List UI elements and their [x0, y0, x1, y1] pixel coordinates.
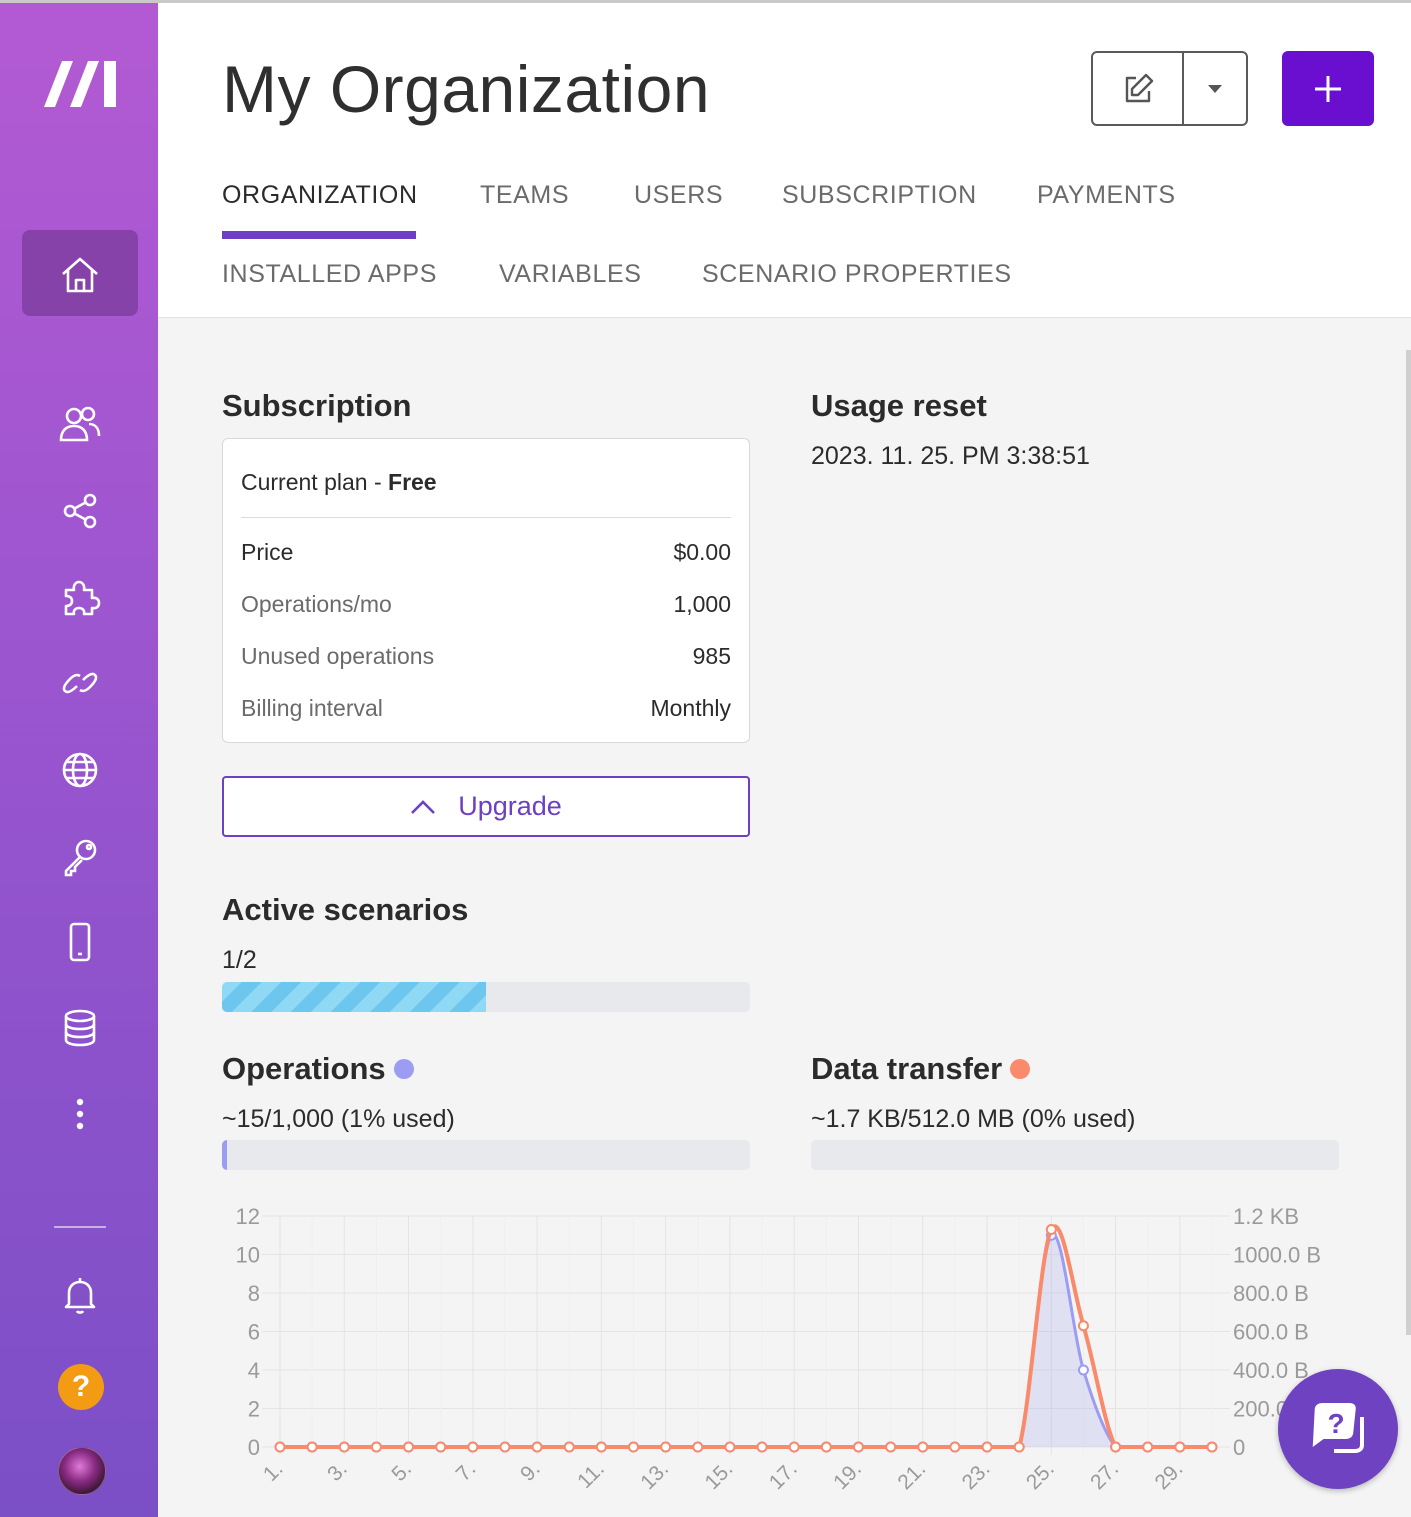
active-tab-indicator	[222, 231, 416, 239]
edit-button-group	[1091, 51, 1248, 126]
current-plan-row: Current plan - Free	[241, 469, 731, 496]
help-chat-icon: ?	[1312, 1403, 1364, 1453]
unused-operations-row: Unused operations 985	[241, 643, 731, 670]
globe-icon[interactable]	[56, 746, 104, 794]
help-chat-button[interactable]: ?	[1278, 1369, 1398, 1489]
active-scenarios-bar-fill	[222, 982, 486, 1012]
active-scenarios-bar	[222, 982, 750, 1012]
key-icon[interactable]	[56, 832, 104, 880]
price-label: Price	[241, 539, 294, 565]
subscription-title: Subscription	[222, 388, 412, 423]
tab-users[interactable]: USERS	[634, 181, 723, 210]
operations-mo-row: Operations/mo 1,000	[241, 591, 731, 618]
mobile-icon[interactable]	[56, 918, 104, 966]
operations-title-label: Operations	[222, 1051, 386, 1086]
tab-variables[interactable]: VARIABLES	[499, 260, 642, 289]
operations-title: Operations	[222, 1051, 414, 1087]
card-divider	[241, 517, 731, 518]
unused-operations-value: 985	[692, 643, 731, 669]
upgrade-label: Upgrade	[458, 791, 562, 821]
caret-down-icon	[1208, 84, 1222, 93]
billing-interval-label: Billing interval	[241, 695, 383, 721]
operations-value: ~15/1,000 (1% used)	[222, 1105, 455, 1133]
make-logo-icon[interactable]	[40, 55, 120, 111]
tab-organization[interactable]: ORGANIZATION	[222, 181, 418, 210]
subscription-card: Current plan - Free Price $0.00 Operatio…	[222, 438, 750, 743]
current-plan-label: Current plan -	[241, 469, 389, 495]
data-transfer-value: ~1.7 KB/512.0 MB (0% used)	[811, 1105, 1136, 1133]
sidebar-divider	[54, 1226, 106, 1228]
bell-icon[interactable]	[56, 1271, 104, 1319]
upgrade-button[interactable]: Upgrade	[222, 776, 750, 837]
price-row: Price $0.00	[241, 539, 731, 566]
active-scenarios-title: Active scenarios	[222, 892, 469, 927]
operations-bar-fill	[222, 1140, 228, 1170]
billing-interval-row: Billing interval Monthly	[241, 695, 731, 722]
tab-subscription[interactable]: SUBSCRIPTION	[782, 181, 977, 210]
more-icon[interactable]	[56, 1090, 104, 1138]
plus-icon	[1315, 75, 1341, 102]
tab-payments[interactable]: PAYMENTS	[1037, 181, 1176, 210]
usage-reset-value: 2023. 11. 25. PM 3:38:51	[811, 442, 1090, 470]
page-header: My Organization ORGANIZATION TEAMS USERS…	[158, 3, 1411, 318]
page-title: My Organization	[222, 52, 711, 126]
database-icon[interactable]	[56, 1004, 104, 1052]
puzzle-icon[interactable]	[56, 574, 104, 622]
share-icon[interactable]	[56, 487, 104, 535]
billing-interval-value: Monthly	[650, 695, 731, 721]
help-icon[interactable]: ?	[58, 1364, 104, 1410]
home-icon[interactable]	[56, 251, 104, 299]
operations-bar	[222, 1140, 750, 1170]
current-plan-value: Free	[388, 469, 437, 495]
avatar[interactable]	[58, 1447, 106, 1495]
sidebar: ?	[0, 3, 158, 1517]
link-icon[interactable]	[56, 659, 104, 707]
team-icon[interactable]	[56, 400, 104, 448]
data-transfer-bar	[811, 1140, 1339, 1170]
operations-mo-value: 1,000	[673, 591, 731, 617]
options-dropdown-button[interactable]	[1184, 53, 1246, 124]
usage-reset-title: Usage reset	[811, 388, 987, 423]
edit-button[interactable]	[1093, 53, 1184, 124]
pencil-icon	[1125, 73, 1153, 102]
unused-operations-label: Unused operations	[241, 643, 435, 669]
operations-legend-dot	[393, 1058, 414, 1079]
add-button[interactable]	[1282, 51, 1374, 126]
tab-scenario-properties[interactable]: SCENARIO PROPERTIES	[702, 260, 1012, 289]
price-value: $0.00	[673, 539, 731, 565]
svg-text:?: ?	[1327, 1408, 1344, 1439]
scrollbar[interactable]	[1406, 350, 1411, 1335]
data-transfer-legend-dot	[1010, 1058, 1031, 1079]
operations-mo-label: Operations/mo	[241, 591, 392, 617]
tab-installed-apps[interactable]: INSTALLED APPS	[222, 260, 437, 289]
data-transfer-title: Data transfer	[811, 1051, 1031, 1087]
tab-teams[interactable]: TEAMS	[480, 181, 569, 210]
chevron-up-icon	[411, 799, 436, 814]
data-transfer-title-label: Data transfer	[811, 1051, 1003, 1086]
active-scenarios-value: 1/2	[222, 946, 257, 974]
